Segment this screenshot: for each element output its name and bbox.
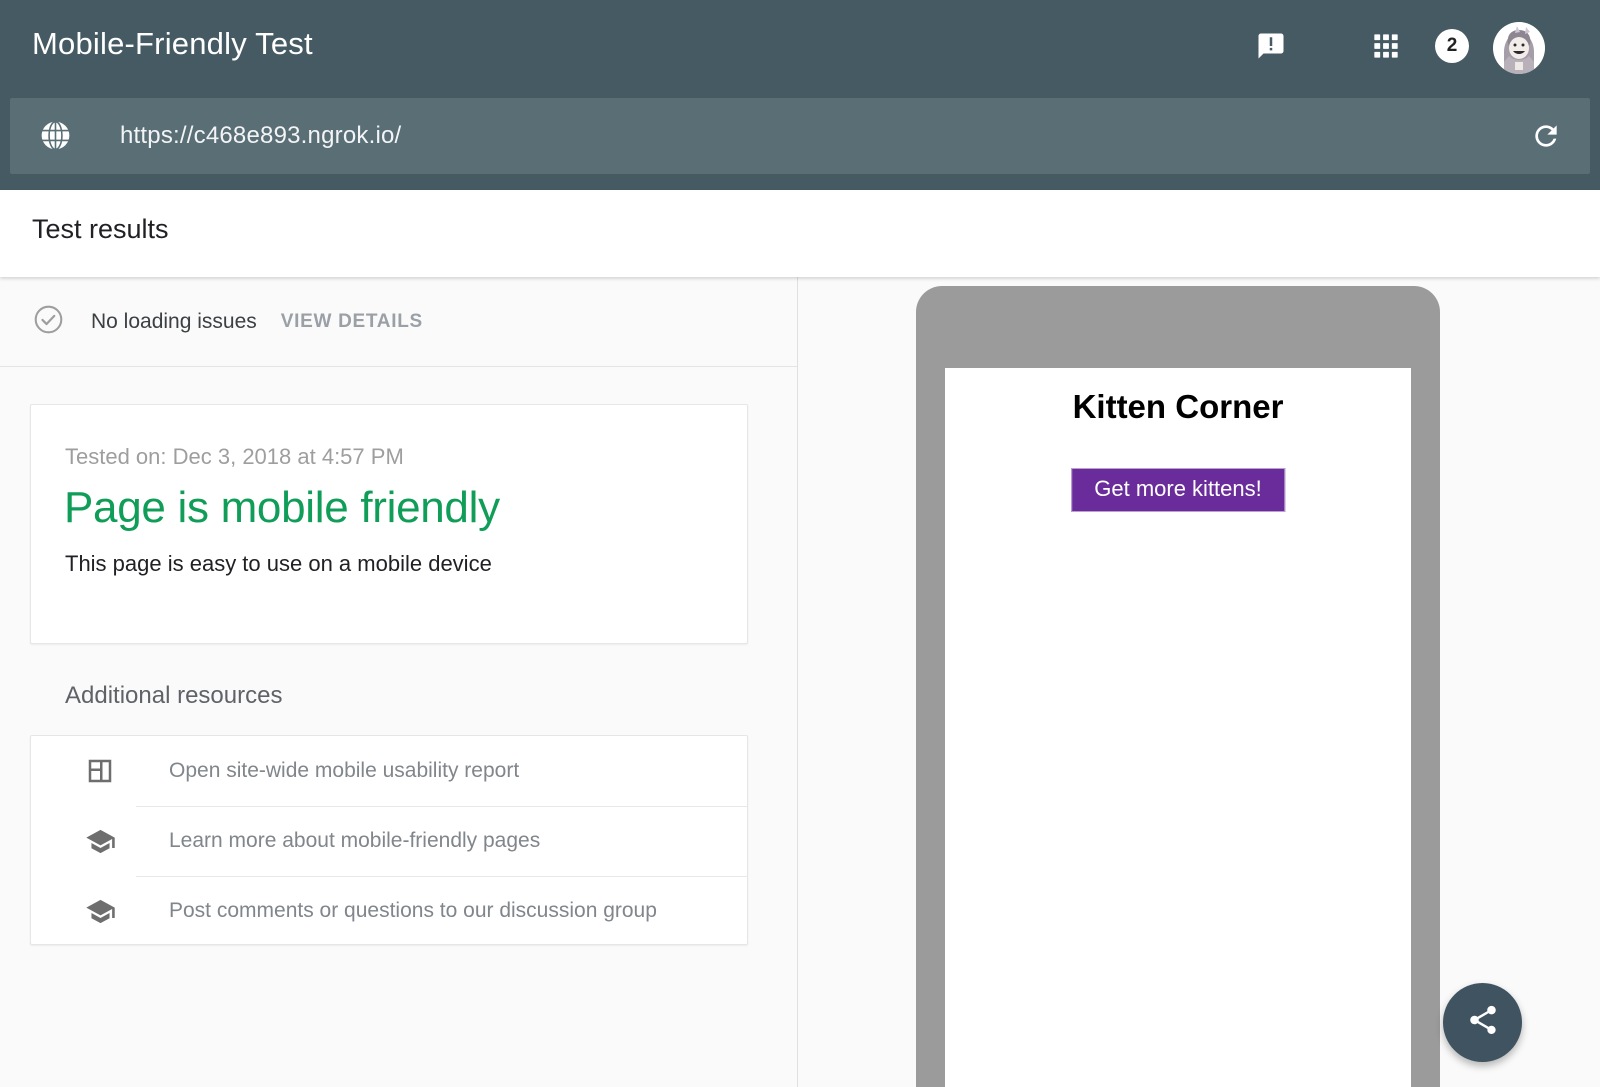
top-app-bar: Mobile-Friendly Test	[0, 0, 1600, 190]
results-header: Test results	[0, 190, 1600, 277]
results-section-title: Test results	[32, 214, 169, 245]
verdict-subtitle: This page is easy to use on a mobile dev…	[65, 551, 492, 577]
page-title: Mobile-Friendly Test	[32, 26, 313, 62]
resource-label: Learn more about mobile-friendly pages	[169, 829, 540, 853]
resource-label: Post comments or questions to our discus…	[169, 899, 657, 923]
notification-badge[interactable]: 2	[1424, 18, 1480, 74]
preview-pane: Kitten Corner Get more kittens!	[799, 277, 1600, 1087]
feedback-icon[interactable]	[1243, 18, 1299, 74]
additional-resources-card: Open site-wide mobile usability report L…	[30, 735, 748, 945]
resource-link-learn-more[interactable]: Learn more about mobile-friendly pages	[31, 806, 747, 876]
share-button[interactable]	[1443, 983, 1522, 1062]
mobile-friendly-test-app: Mobile-Friendly Test	[0, 0, 1600, 1087]
view-details-link[interactable]: VIEW DETAILS	[281, 311, 423, 333]
verdict-card: Tested on: Dec 3, 2018 at 4:57 PM Page i…	[30, 404, 748, 644]
reload-icon[interactable]	[1530, 120, 1562, 157]
school-icon	[83, 896, 117, 927]
resource-label: Open site-wide mobile usability report	[169, 759, 519, 783]
resource-link-usability-report[interactable]: Open site-wide mobile usability report	[31, 736, 747, 806]
dashboard-icon	[83, 756, 117, 786]
resource-link-discussion-group[interactable]: Post comments or questions to our discus…	[31, 876, 747, 946]
school-icon	[83, 826, 117, 857]
additional-resources-title: Additional resources	[65, 682, 282, 710]
apps-grid-icon[interactable]	[1358, 18, 1414, 74]
globe-icon	[38, 118, 73, 158]
check-circle-icon	[32, 303, 65, 341]
phone-frame: Kitten Corner Get more kittens!	[916, 286, 1440, 1087]
loading-status-row: No loading issues VIEW DETAILS	[0, 277, 797, 367]
results-pane: No loading issues VIEW DETAILS Tested on…	[0, 277, 798, 1087]
avatar[interactable]	[1491, 20, 1547, 76]
url-input[interactable]: https://c468e893.ngrok.io/	[120, 98, 401, 174]
share-icon	[1466, 1003, 1500, 1042]
tested-on-label: Tested on: Dec 3, 2018 at 4:57 PM	[65, 444, 404, 470]
get-more-kittens-button[interactable]: Get more kittens!	[1071, 468, 1285, 512]
preview-page-title: Kitten Corner	[945, 388, 1411, 426]
notification-count: 2	[1435, 29, 1469, 63]
verdict-headline: Page is mobile friendly	[64, 483, 500, 533]
url-bar[interactable]: https://c468e893.ngrok.io/	[10, 98, 1590, 174]
phone-screen: Kitten Corner Get more kittens!	[945, 368, 1411, 1087]
loading-status-label: No loading issues	[91, 310, 257, 334]
